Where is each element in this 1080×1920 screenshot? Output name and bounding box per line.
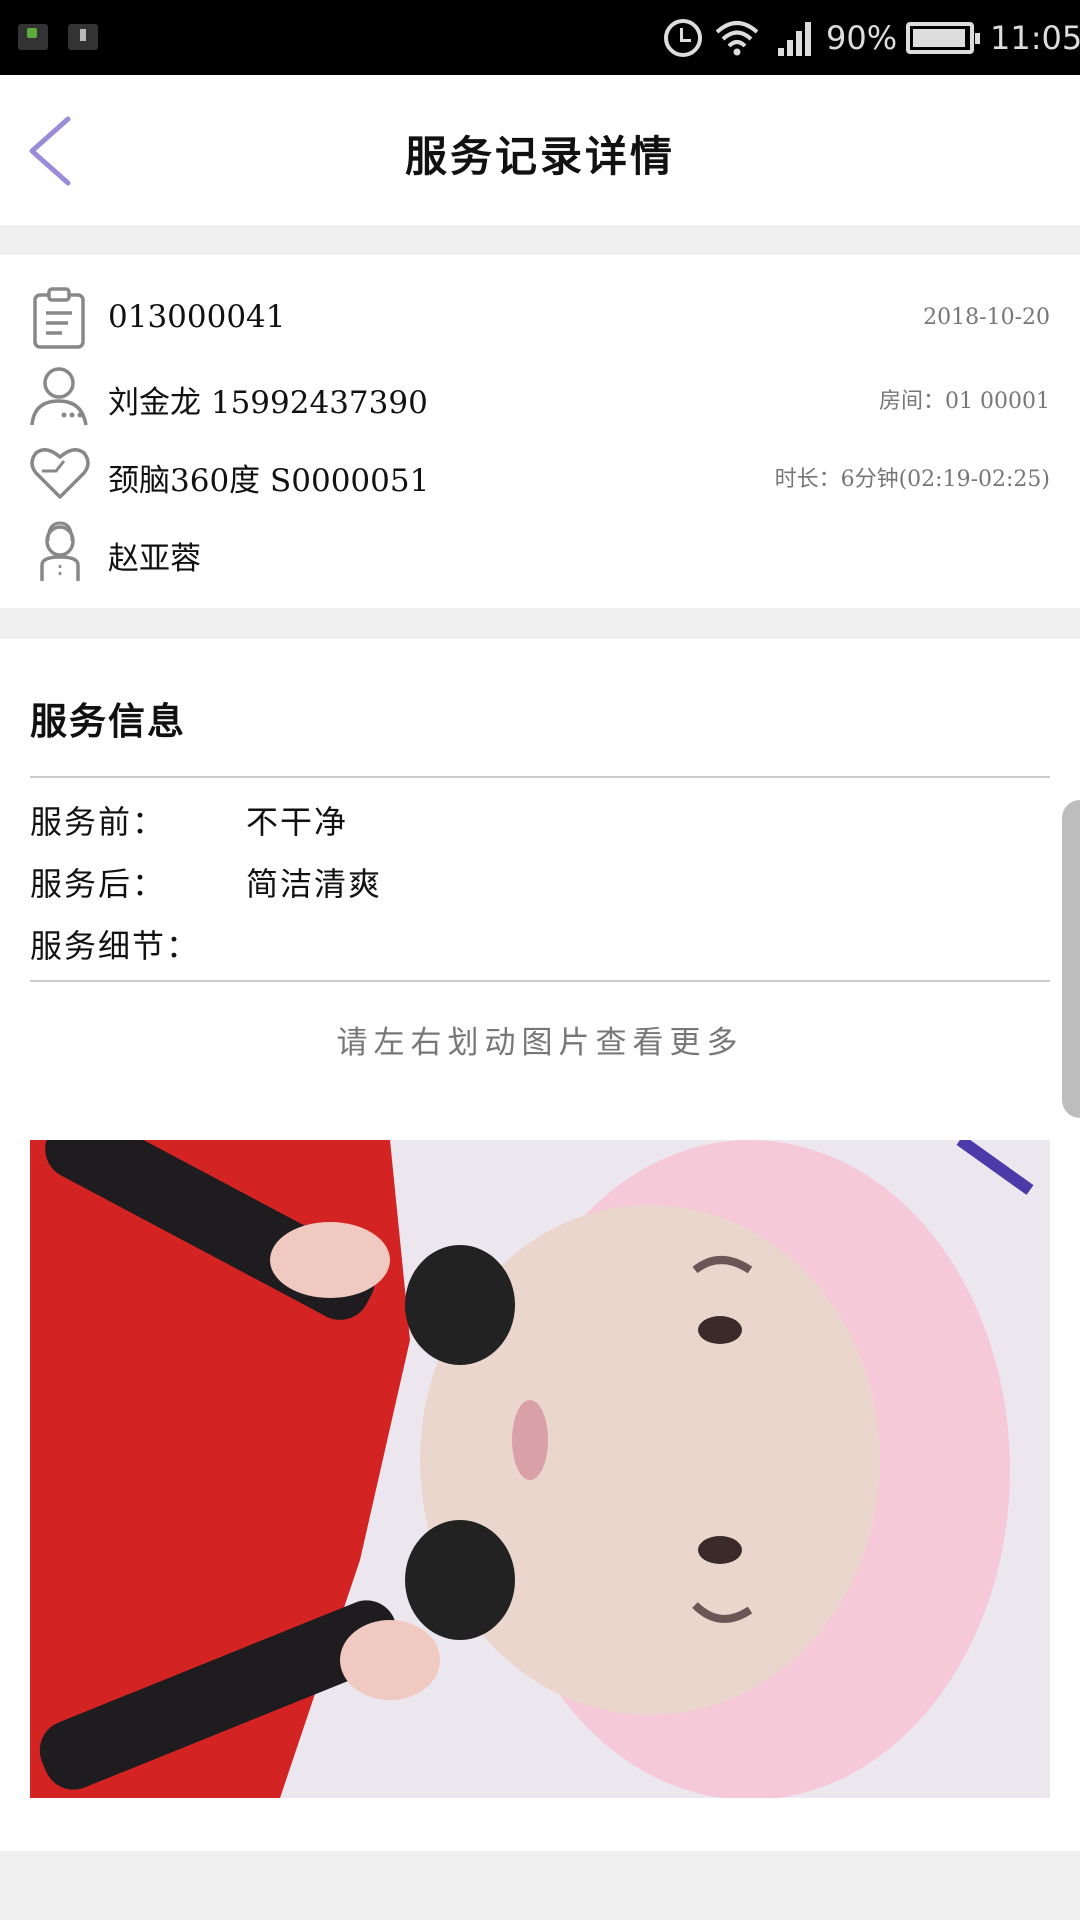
record-number: 013000041	[108, 299, 286, 335]
service-info-card: 服务信息 服务前： 不干净 服务后： 简洁清爽 服务细节： 请左右划动图片查看更…	[0, 639, 1080, 1851]
divider	[30, 980, 1050, 982]
staff-row: 赵亚蓉	[0, 519, 1080, 589]
duration-info: 时长：6分钟(02:19-02:25)	[774, 467, 1050, 492]
notification-icon	[68, 24, 98, 50]
status-bar: 90% 11:05	[0, 0, 1080, 75]
page-header: 服务记录详情	[0, 75, 1080, 225]
customer-info: 刘金龙 15992437390	[108, 385, 428, 421]
divider	[30, 776, 1050, 778]
clock: 11:05	[990, 19, 1080, 57]
record-number-row: 013000041 2018-10-20	[0, 285, 1080, 355]
staff-name: 赵亚蓉	[108, 541, 201, 577]
service-name: 颈脑360度 S0000051	[108, 463, 430, 499]
detail-label: 服务细节：	[30, 927, 201, 965]
signal-icon	[778, 20, 812, 56]
after-label: 服务后：	[30, 865, 167, 903]
alarm-icon	[664, 19, 702, 57]
scroll-handle[interactable]	[1062, 800, 1080, 1118]
before-value: 不干净	[246, 803, 349, 841]
notification-app-icon	[18, 24, 48, 50]
customer-row: 刘金龙 15992437390 房间：01 00001	[0, 363, 1080, 433]
swipe-hint: 请左右划动图片查看更多	[336, 1025, 744, 1061]
service-row: 颈脑360度 S0000051 时长：6分钟(02:19-02:25)	[0, 441, 1080, 511]
photo-illustration	[30, 1140, 1050, 1798]
staff-icon	[40, 521, 80, 581]
clipboard-icon	[33, 287, 85, 349]
heart-icon	[30, 448, 90, 499]
before-label: 服务前：	[30, 803, 167, 841]
service-photo[interactable]	[30, 1140, 1050, 1798]
battery-percent: 90%	[826, 19, 898, 57]
user-icon	[30, 367, 88, 426]
record-date: 2018-10-20	[923, 305, 1050, 330]
room-info: 房间：01 00001	[879, 389, 1050, 414]
after-value: 简洁清爽	[246, 865, 383, 903]
wifi-icon	[715, 21, 759, 56]
section-title: 服务信息	[30, 699, 186, 743]
record-info-card: 013000041 2018-10-20 刘金龙 15992437390 房间：…	[0, 255, 1080, 608]
page-title: 服务记录详情	[404, 132, 675, 181]
battery-icon	[906, 22, 980, 54]
